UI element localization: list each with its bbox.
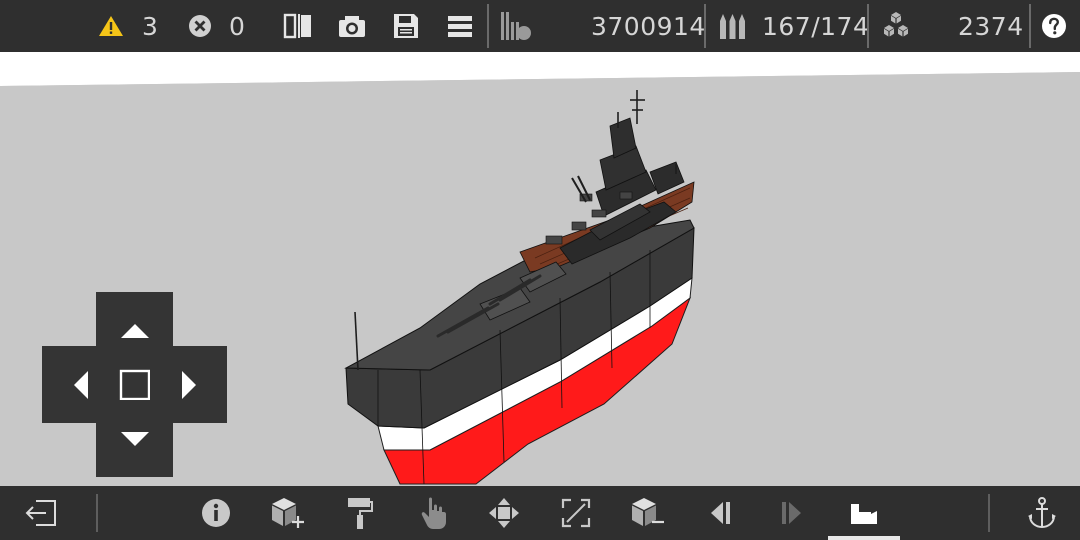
errors-indicator[interactable]: 0 <box>188 0 245 52</box>
parts-count: 2374 <box>958 11 1024 41</box>
arrow-down-icon <box>120 431 149 446</box>
warning-triangle-icon <box>99 16 123 36</box>
exit-icon <box>25 500 56 526</box>
paint-button[interactable] <box>340 486 380 540</box>
anchor-button[interactable] <box>1022 486 1062 540</box>
menu-button[interactable] <box>447 0 473 52</box>
help-icon <box>1042 14 1066 38</box>
bottom-toolbar <box>0 486 1080 540</box>
weight-indicator[interactable] <box>499 0 533 52</box>
ship-editor-app: 3 0 3700914 167/174 2374 <box>0 0 1080 540</box>
ammo-value: 167/174 <box>762 11 870 41</box>
move-button[interactable] <box>484 486 524 540</box>
info-icon <box>202 499 230 527</box>
top-status-bar: 3 0 3700914 167/174 2374 <box>0 0 1080 52</box>
scale-button[interactable] <box>556 486 596 540</box>
active-tool-indicator <box>828 536 900 540</box>
square-icon <box>119 369 150 400</box>
menu-icon <box>448 16 472 37</box>
divider <box>487 4 489 48</box>
parts-indicator[interactable] <box>880 0 912 52</box>
divider <box>867 4 869 48</box>
select-button[interactable] <box>414 486 454 540</box>
step-forward-icon <box>782 502 801 524</box>
weight-icon <box>501 12 531 40</box>
error-x-icon <box>189 15 211 37</box>
divider <box>1029 4 1031 48</box>
hand-pointer-icon <box>421 497 446 529</box>
divider <box>96 494 98 532</box>
exit-button[interactable] <box>18 486 64 540</box>
ammo-indicator[interactable] <box>718 0 748 52</box>
turret-icon <box>851 504 877 524</box>
move-arrows-icon <box>489 498 519 528</box>
ammo-icon <box>720 14 745 39</box>
help-button[interactable] <box>1041 0 1067 52</box>
undo-button[interactable] <box>702 486 740 540</box>
arrow-left-icon <box>73 370 88 399</box>
mirror-icon <box>283 13 311 39</box>
errors-count: 0 <box>229 11 246 41</box>
anchor-icon <box>1028 497 1056 529</box>
divider <box>988 494 990 532</box>
mirror-button[interactable] <box>283 0 313 52</box>
arrow-up-icon <box>120 323 149 338</box>
screenshot-button[interactable] <box>337 0 367 52</box>
redo-button[interactable] <box>772 486 810 540</box>
step-back-icon <box>711 502 730 524</box>
cost-value: 3700914 <box>591 11 706 41</box>
turret-button[interactable] <box>840 486 888 540</box>
info-button[interactable] <box>196 486 236 540</box>
save-button[interactable] <box>392 0 420 52</box>
warnings-count: 3 <box>142 11 159 41</box>
parts-cubes-icon <box>884 12 908 37</box>
add-part-button[interactable] <box>266 486 310 540</box>
add-cube-icon <box>272 498 304 528</box>
remove-part-button[interactable] <box>626 486 670 540</box>
resize-icon <box>561 498 591 528</box>
save-icon <box>394 14 418 38</box>
remove-cube-icon <box>632 498 664 526</box>
dpad-down-button[interactable] <box>96 400 173 477</box>
warnings-indicator[interactable]: 3 <box>98 0 158 52</box>
divider <box>704 4 706 48</box>
camera-icon <box>339 16 365 37</box>
arrow-right-icon <box>181 370 196 399</box>
paint-roller-icon <box>348 498 373 529</box>
